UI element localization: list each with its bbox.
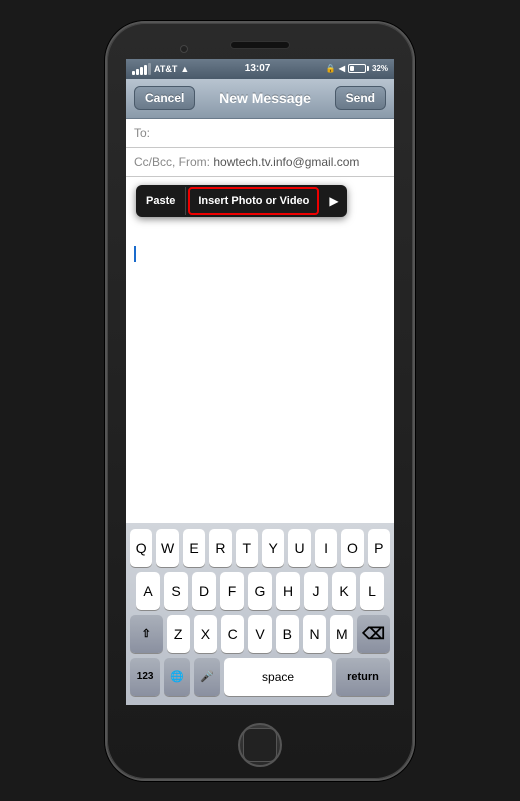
key-i[interactable]: I: [315, 529, 337, 567]
keyboard-row-1: Q W E R T Y U I O P: [130, 529, 390, 567]
key-k[interactable]: K: [332, 572, 356, 610]
key-z[interactable]: Z: [167, 615, 190, 653]
lock-icon: 🔒: [326, 64, 336, 73]
key-p[interactable]: P: [368, 529, 390, 567]
key-x[interactable]: X: [194, 615, 217, 653]
front-camera: [180, 45, 188, 53]
key-q[interactable]: Q: [130, 529, 152, 567]
insert-photo-video-menu-item[interactable]: Insert Photo or Video: [188, 187, 319, 215]
to-field-label: To:: [134, 126, 150, 140]
compose-area[interactable]: [126, 237, 394, 523]
return-key[interactable]: return: [336, 658, 390, 696]
context-menu-more-arrow[interactable]: ▶: [321, 186, 346, 216]
key-u[interactable]: U: [288, 529, 310, 567]
carrier-name: AT&T: [154, 64, 177, 74]
key-v[interactable]: V: [248, 615, 271, 653]
navigation-bar: Cancel New Message Send: [126, 79, 394, 119]
signal-bar-4: [144, 65, 147, 75]
battery-body: [348, 64, 366, 73]
status-left: AT&T ▲: [132, 63, 189, 75]
to-field[interactable]: To:: [126, 119, 394, 148]
phone-device: AT&T ▲ 13:07 🔒 ◀ 32% Can: [105, 21, 415, 781]
cancel-button[interactable]: Cancel: [134, 86, 195, 110]
key-c[interactable]: C: [221, 615, 244, 653]
cc-field-label: Cc/Bcc, From:: [134, 155, 210, 169]
key-s[interactable]: S: [164, 572, 188, 610]
status-bar: AT&T ▲ 13:07 🔒 ◀ 32%: [126, 59, 394, 79]
battery-indicator: [348, 64, 369, 73]
battery-pct-text: 32%: [372, 64, 388, 73]
location-icon: ◀: [339, 64, 345, 73]
send-button[interactable]: Send: [335, 86, 386, 110]
signal-bar-2: [136, 69, 139, 75]
key-t[interactable]: T: [236, 529, 258, 567]
key-d[interactable]: D: [192, 572, 216, 610]
battery-tip: [367, 66, 369, 71]
home-button-inner: [243, 728, 277, 762]
signal-bar-5: [148, 63, 151, 75]
nav-title: New Message: [219, 90, 311, 106]
battery-fill: [350, 66, 354, 71]
cc-field[interactable]: Cc/Bcc, From: howtech.tv.info@gmail.com: [126, 148, 394, 177]
wifi-icon: ▲: [180, 64, 189, 74]
key-a[interactable]: A: [136, 572, 160, 610]
key-f[interactable]: F: [220, 572, 244, 610]
delete-key[interactable]: ⌫: [357, 615, 390, 653]
battery-level: [348, 64, 369, 73]
cc-field-value: howtech.tv.info@gmail.com: [213, 155, 359, 169]
paste-menu-item[interactable]: Paste: [136, 187, 186, 215]
key-j[interactable]: J: [304, 572, 328, 610]
signal-bar-3: [140, 67, 143, 75]
mic-key[interactable]: 🎤: [194, 658, 220, 696]
keyboard-row-4: 123 🌐 🎤 space return: [130, 658, 390, 696]
signal-bars: [132, 63, 151, 75]
key-r[interactable]: R: [209, 529, 231, 567]
keyboard-row-2: A S D F G H J K L: [130, 572, 390, 610]
earpiece-speaker: [230, 41, 290, 49]
num-key[interactable]: 123: [130, 658, 160, 696]
signal-bar-1: [132, 71, 135, 75]
key-l[interactable]: L: [360, 572, 384, 610]
text-cursor: [134, 246, 136, 262]
space-key[interactable]: space: [224, 658, 332, 696]
key-o[interactable]: O: [341, 529, 363, 567]
shift-key[interactable]: ⇧: [130, 615, 163, 653]
key-n[interactable]: N: [303, 615, 326, 653]
key-w[interactable]: W: [156, 529, 178, 567]
key-g[interactable]: G: [248, 572, 272, 610]
key-m[interactable]: M: [330, 615, 353, 653]
phone-screen: AT&T ▲ 13:07 🔒 ◀ 32% Can: [126, 59, 394, 705]
globe-key[interactable]: 🌐: [164, 658, 190, 696]
context-menu: Paste Insert Photo or Video ▶: [136, 185, 347, 217]
status-right: 🔒 ◀ 32%: [326, 64, 388, 73]
key-e[interactable]: E: [183, 529, 205, 567]
key-h[interactable]: H: [276, 572, 300, 610]
status-time: 13:07: [245, 63, 271, 74]
keyboard: Q W E R T Y U I O P A S D F G H J K: [126, 523, 394, 705]
context-menu-container: Paste Insert Photo or Video ▶: [126, 177, 394, 237]
home-button[interactable]: [238, 723, 282, 767]
key-b[interactable]: B: [276, 615, 299, 653]
keyboard-row-3: ⇧ Z X C V B N M ⌫: [130, 615, 390, 653]
key-y[interactable]: Y: [262, 529, 284, 567]
